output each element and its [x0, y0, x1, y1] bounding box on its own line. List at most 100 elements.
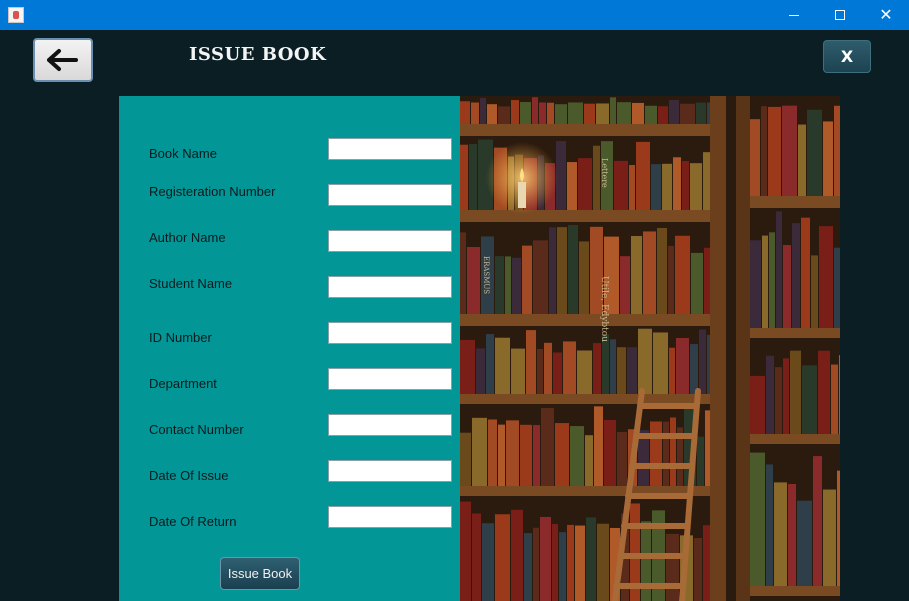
department-input[interactable]	[328, 368, 452, 390]
author-name-input[interactable]	[328, 230, 452, 252]
book-spine	[495, 337, 510, 394]
book-spine	[512, 257, 521, 314]
book-spine	[559, 532, 566, 601]
book-spine	[673, 157, 681, 210]
book-spine	[819, 226, 833, 328]
registration-number-input[interactable]	[328, 184, 452, 206]
book-spine	[568, 102, 583, 124]
book-spine	[549, 227, 556, 314]
book-spine	[691, 252, 703, 314]
book-spine	[668, 245, 674, 314]
book-spine	[662, 163, 672, 210]
book-spine	[675, 235, 690, 314]
book-spine	[690, 344, 698, 394]
book-spine	[694, 537, 702, 601]
book-spine	[834, 247, 840, 328]
book-spine	[617, 431, 627, 486]
book-spine	[539, 102, 546, 124]
book-spine	[495, 514, 510, 601]
book-spine	[520, 102, 531, 124]
maximize-button[interactable]	[817, 0, 863, 30]
book-spine	[594, 406, 603, 486]
spine-text-erasmus: ERASMUS	[482, 256, 490, 294]
spine-text-utile: Utile, Edybtou	[599, 276, 609, 342]
book-spine	[699, 329, 706, 394]
book-spine	[488, 419, 497, 486]
book-spine	[511, 348, 525, 394]
book-spine	[460, 232, 466, 314]
book-spine	[520, 424, 532, 486]
book-spine	[585, 435, 593, 486]
book-spine	[682, 160, 689, 210]
book-spine	[460, 144, 468, 210]
date-of-issue-input[interactable]	[328, 460, 452, 482]
id-number-label: ID Number	[149, 330, 212, 345]
book-spine	[537, 348, 543, 394]
book-spine	[636, 141, 650, 210]
book-spine	[813, 456, 822, 586]
date-of-return-input[interactable]	[328, 506, 452, 528]
minimize-icon	[789, 15, 799, 16]
book-spine	[798, 124, 806, 196]
book-spine	[632, 102, 644, 124]
book-spine	[707, 334, 710, 394]
student-name-label: Student Name	[149, 276, 233, 291]
book-spine	[641, 521, 651, 601]
book-spine	[469, 144, 477, 210]
book-spine	[617, 102, 631, 124]
book-name-input[interactable]	[328, 138, 452, 160]
contact-number-label: Contact Number	[149, 422, 244, 437]
book-spine	[505, 256, 511, 314]
library-bookshelf-image: Utile, Edybtou Lettere ERASMUS	[460, 96, 840, 601]
book-spine	[750, 375, 765, 434]
minimize-button[interactable]	[771, 0, 817, 30]
book-spine	[768, 106, 781, 196]
book-spine	[511, 100, 519, 124]
book-spine	[680, 103, 695, 124]
book-spine	[766, 464, 773, 586]
window-titlebar: ✕	[0, 0, 909, 30]
window-close-button[interactable]: ✕	[863, 0, 909, 30]
book-spine	[676, 337, 689, 394]
book-spine	[555, 104, 567, 124]
book-spine	[658, 106, 668, 124]
book-spine	[593, 145, 600, 210]
book-spine	[750, 240, 761, 328]
book-spine	[831, 364, 838, 434]
book-spine	[532, 97, 538, 124]
book-spine	[557, 227, 567, 314]
book-spine	[704, 247, 710, 314]
book-spine	[472, 417, 487, 486]
contact-number-input[interactable]	[328, 414, 452, 436]
book-spine	[653, 332, 668, 394]
book-spine	[750, 119, 760, 196]
book-spine	[575, 525, 585, 601]
book-spine	[657, 227, 667, 314]
back-arrow-icon	[47, 49, 78, 71]
book-spine	[788, 483, 796, 586]
book-spine	[769, 232, 775, 328]
id-number-input[interactable]	[328, 322, 452, 344]
book-spine	[629, 165, 635, 210]
book-spine	[766, 355, 774, 434]
registration-number-label: Registeration Number	[149, 184, 276, 199]
issue-book-button[interactable]: Issue Book	[220, 557, 300, 590]
close-button[interactable]: X	[823, 40, 871, 73]
book-spine	[533, 527, 539, 601]
book-spine	[579, 241, 589, 314]
book-spine	[645, 105, 657, 124]
book-spine	[707, 102, 710, 124]
back-button[interactable]	[33, 38, 93, 82]
book-spine	[823, 121, 833, 196]
book-spine	[638, 328, 652, 394]
book-spine	[703, 525, 710, 601]
book-spine	[471, 102, 479, 124]
book-spine	[553, 352, 562, 394]
book-spine	[567, 162, 577, 210]
book-spine	[460, 432, 471, 486]
header-bar	[0, 30, 909, 96]
student-name-input[interactable]	[328, 276, 452, 298]
book-spine	[750, 452, 765, 586]
book-spine	[544, 342, 552, 394]
book-spine	[604, 419, 616, 486]
